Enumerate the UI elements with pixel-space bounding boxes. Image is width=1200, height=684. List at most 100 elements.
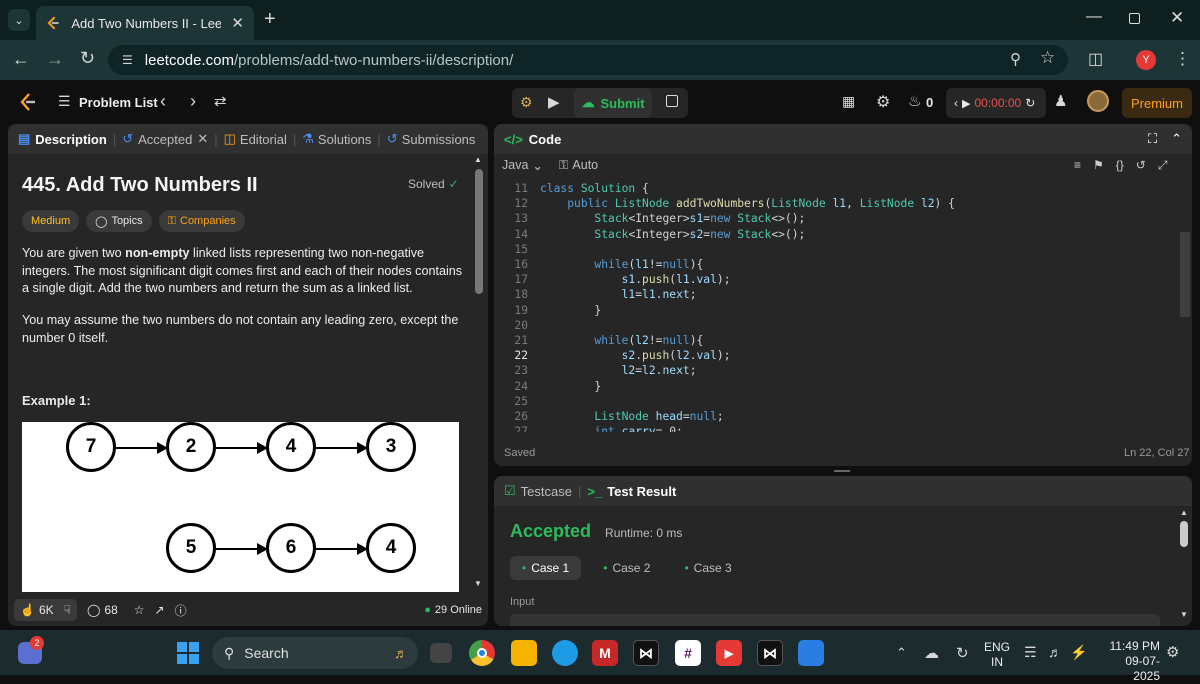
fullscreen-icon[interactable]: ⤢ <box>1158 158 1168 173</box>
scroll-down-icon[interactable]: ▼ <box>1180 610 1188 619</box>
settings-gear-icon[interactable]: ⚙ <box>876 92 890 112</box>
bookmark-star-icon[interactable]: ☆ <box>1040 48 1055 68</box>
auto-mode[interactable]: ⚿ Auto <box>559 158 598 173</box>
new-tab-icon[interactable]: + <box>264 8 276 31</box>
shuffle-icon[interactable]: ⇄ <box>214 92 227 110</box>
timer-widget[interactable]: ‹ ▶ 00:00:00 ↻ <box>946 88 1046 118</box>
zoom-icon[interactable]: ⚲ <box>1010 50 1021 68</box>
next-problem-icon[interactable]: › <box>190 91 196 112</box>
extensions-icon[interactable]: ◫ <box>1088 49 1103 69</box>
tab-accepted[interactable]: ↺ Accepted ✕ <box>122 131 208 147</box>
topics-tag[interactable]: ◯ Topics <box>86 210 152 232</box>
language-select[interactable]: Java ⌄ <box>502 158 543 173</box>
chrome-icon[interactable] <box>469 640 495 666</box>
help-icon[interactable]: ⓘ <box>175 602 187 619</box>
list2-node: 5 <box>166 523 216 573</box>
case-tab-1[interactable]: • Case 1 <box>510 556 582 580</box>
close-accepted-tab-icon[interactable]: ✕ <box>197 131 208 147</box>
code-token: Solution <box>580 182 636 195</box>
debug-icon[interactable]: ⚙ <box>520 94 533 111</box>
reload-icon[interactable]: ↻ <box>80 48 95 69</box>
browser-tab-active[interactable]: Add Two Numbers II - LeetCode ✕ <box>36 6 254 40</box>
case-tab-2[interactable]: • Case 2 <box>591 556 662 580</box>
scroll-down-icon[interactable]: ▼ <box>474 579 482 588</box>
streak-fire-icon[interactable]: ♨ <box>908 92 921 110</box>
scroll-up-icon[interactable]: ▲ <box>474 155 482 164</box>
scroll-up-icon[interactable]: ▲ <box>1180 508 1188 517</box>
tab-test-result[interactable]: >_ Test Result <box>587 484 676 499</box>
taskbar-search[interactable]: ⚲ Search ♬ <box>212 637 418 669</box>
edge-icon[interactable] <box>552 640 578 666</box>
capcut-icon[interactable]: ⋈ <box>633 640 659 666</box>
case-tab-3[interactable]: • Case 3 <box>672 556 743 580</box>
mcafee-icon[interactable]: M <box>592 640 618 666</box>
wifi-icon[interactable]: ☴ <box>1024 644 1037 661</box>
code-editor[interactable]: 11 class Solution {12 public ListNode add… <box>498 181 1178 432</box>
maximize-icon[interactable]: ⛶ <box>1148 131 1157 147</box>
task-view-icon[interactable] <box>430 643 452 663</box>
leetcode-logo-icon[interactable] <box>18 92 38 112</box>
tab-submissions[interactable]: ↺ Submissions <box>387 131 476 147</box>
problem-list-icon[interactable]: ☰ <box>58 93 71 110</box>
site-info-icon[interactable]: ☰ <box>122 53 133 67</box>
start-windows-icon[interactable] <box>177 642 199 664</box>
close-window-icon[interactable]: ✕ <box>1170 8 1184 28</box>
back-icon[interactable]: ← <box>12 49 30 70</box>
clock[interactable]: 11:49 PM 09-07-2025 <box>1100 639 1160 684</box>
photos-icon[interactable] <box>798 640 824 666</box>
notification-center-icon[interactable]: ⚙ <box>1166 643 1179 661</box>
reset-icon[interactable]: ↺ <box>1136 158 1146 173</box>
capcut-2-icon[interactable]: ⋈ <box>757 640 783 666</box>
cloud-upload-icon: ☁ <box>581 95 595 110</box>
comments-button[interactable]: ◯ 68 <box>87 603 118 617</box>
add-user-icon[interactable]: ♟ <box>1054 92 1067 110</box>
tab-editorial[interactable]: ◫ Editorial <box>224 131 287 147</box>
companies-tag[interactable]: ⚿ Companies <box>158 210 245 232</box>
minimize-icon[interactable]: — <box>1086 8 1102 26</box>
notes-icon[interactable] <box>666 95 678 107</box>
close-tab-icon[interactable]: ✕ <box>231 14 244 32</box>
cloud-status-icon[interactable]: ☁ <box>924 644 939 662</box>
code-token: ListNode <box>594 410 656 423</box>
language-indicator[interactable]: ENG IN <box>984 640 1010 670</box>
favorite-star-icon[interactable]: ☆ <box>134 603 145 617</box>
run-icon[interactable]: ▶ <box>548 93 560 111</box>
problem-list-link[interactable]: Problem List <box>79 95 158 110</box>
prev-problem-icon[interactable]: ‹ <box>160 91 166 112</box>
tab-description[interactable]: ▤ Description <box>18 131 107 147</box>
editor-scrollbar[interactable] <box>1180 232 1190 317</box>
share-icon[interactable]: ↗ <box>155 603 165 617</box>
battery-icon[interactable]: ⚡ <box>1070 644 1087 661</box>
bookmark-icon[interactable]: ⚑ <box>1093 158 1104 173</box>
code-panel-header: </> Code ⛶ ⌃ <box>494 124 1192 154</box>
sync-icon[interactable]: ↻ <box>956 644 969 662</box>
code-token: null <box>689 410 717 423</box>
thumbs-down-icon[interactable]: ☟ <box>64 603 71 617</box>
tab-list-chevron-icon[interactable]: ⌄ <box>8 9 30 31</box>
format-icon[interactable]: ≡ <box>1074 158 1081 173</box>
like-button[interactable]: ☝ 6K ☟ <box>14 599 77 621</box>
slack-icon[interactable]: # <box>675 640 701 666</box>
volume-icon[interactable]: ♬ <box>1048 644 1062 660</box>
show-hidden-icons-icon[interactable]: ⌃ <box>896 645 907 661</box>
premium-button[interactable]: Premium <box>1122 88 1192 118</box>
user-avatar[interactable] <box>1087 90 1109 112</box>
youtube-icon[interactable]: ▶ <box>716 640 742 666</box>
tab-solutions[interactable]: ⚗ Solutions <box>302 131 371 147</box>
file-explorer-icon[interactable] <box>511 640 537 666</box>
code-token: carry <box>621 425 656 432</box>
forward-icon[interactable]: → <box>46 49 64 70</box>
panel-resize-handle[interactable] <box>834 470 850 472</box>
url-input[interactable]: ☰ leetcode.com/problems/add-two-numbers-… <box>108 45 1068 75</box>
collapse-icon[interactable]: ⌃ <box>1171 131 1182 147</box>
submit-button[interactable]: ☁ Submit <box>574 88 652 118</box>
browser-menu-icon[interactable]: ⋮ <box>1174 49 1191 69</box>
braces-icon[interactable]: {} <box>1116 158 1124 173</box>
node-value: 2 <box>185 436 197 457</box>
layout-icon[interactable]: ▦ <box>842 93 855 110</box>
description-scrollbar[interactable] <box>475 169 483 294</box>
profile-avatar[interactable]: Y <box>1136 50 1156 70</box>
restore-icon[interactable] <box>1129 13 1140 24</box>
result-scrollbar[interactable] <box>1180 521 1188 547</box>
tab-testcase[interactable]: ☑ Testcase <box>504 483 572 499</box>
